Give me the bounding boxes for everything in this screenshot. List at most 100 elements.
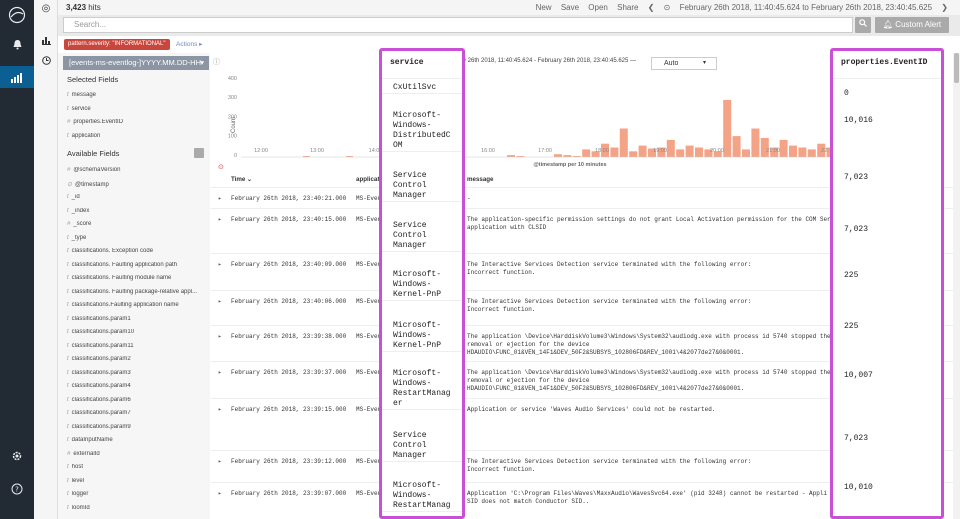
field-item[interactable]: t classifications.param3 <box>67 370 207 376</box>
field-type-icon: t <box>67 92 69 98</box>
service-cell: Microsoft- Windows- DistributedC OM <box>382 111 462 152</box>
service-header[interactable]: service <box>382 51 462 79</box>
field-item[interactable]: t logger <box>67 491 207 497</box>
custom-alert-button[interactable]: 🔔︎ Custom Alert <box>875 17 949 33</box>
field-item[interactable]: t classifications.param6 <box>67 397 207 403</box>
histogram-bar[interactable] <box>554 154 562 157</box>
bell-icon[interactable] <box>0 38 34 53</box>
field-item[interactable]: # @schemaVersion <box>67 167 207 173</box>
histogram-bar[interactable] <box>619 128 628 158</box>
field-item[interactable]: t classifications.Faulting application na… <box>67 302 207 308</box>
search-button[interactable] <box>855 17 871 33</box>
field-item[interactable]: # _score <box>67 221 207 227</box>
field-item[interactable]: t application <box>67 133 207 139</box>
search-input[interactable]: Search... <box>63 17 853 33</box>
row-application: MS-Even <box>356 406 382 413</box>
logo-icon[interactable] <box>0 6 34 27</box>
histogram-bar[interactable] <box>732 136 741 157</box>
row-application: MS-Even <box>356 261 382 268</box>
share-link[interactable]: Share <box>617 3 638 12</box>
row-application: MS-Even <box>356 298 382 305</box>
x-tick-label: 18:00 <box>595 148 609 154</box>
field-item[interactable]: t classifications.param1 <box>67 316 207 322</box>
header-time[interactable]: Time ⌄ <box>231 176 252 183</box>
histogram-bar[interactable] <box>751 128 760 158</box>
fields-settings-icon[interactable] <box>194 148 204 158</box>
expand-row-icon[interactable]: ▸ <box>218 195 222 202</box>
histogram-bar[interactable] <box>695 147 703 158</box>
field-item[interactable]: t _index <box>67 208 207 214</box>
histogram-bar[interactable] <box>563 155 572 157</box>
histogram-bar[interactable] <box>666 139 675 157</box>
field-item[interactable]: t classifications.param2 <box>67 356 207 362</box>
field-item[interactable]: t classifications. Faulting package-relat… <box>67 289 207 295</box>
field-item[interactable]: t loomId <box>67 505 207 511</box>
histogram-bar[interactable] <box>638 145 647 157</box>
histogram-bar[interactable] <box>685 145 694 157</box>
field-item[interactable]: t classifications. Faulting module name <box>67 275 207 281</box>
expand-row-icon[interactable]: ▸ <box>218 261 222 268</box>
clock-icon[interactable] <box>34 56 58 68</box>
field-item[interactable]: # externalId <box>67 451 207 457</box>
info-icon[interactable]: ⓘ <box>213 57 220 67</box>
histogram-bar[interactable] <box>676 149 685 157</box>
expand-row-icon[interactable]: ▸ <box>218 369 222 376</box>
field-item[interactable]: t host <box>67 464 207 470</box>
page-scrollbar[interactable] <box>953 53 960 519</box>
expand-row-icon[interactable]: ▸ <box>218 458 222 465</box>
interval-select[interactable]: Auto ▾ <box>651 57 717 70</box>
header-application[interactable]: applicat <box>356 176 379 183</box>
histogram-bar[interactable] <box>798 147 807 158</box>
filter-actions[interactable]: Actions ▸ <box>176 39 202 50</box>
eventid-header[interactable]: properties.EventID <box>833 51 941 79</box>
collapse-chart-icon[interactable]: ⊙ <box>218 163 224 171</box>
field-item[interactable]: t classifications.param11 <box>67 343 207 349</box>
field-type-icon: t <box>67 288 69 295</box>
expand-row-icon[interactable]: ▸ <box>218 333 222 340</box>
histogram-bar[interactable] <box>807 149 816 157</box>
histogram-bar[interactable] <box>789 145 797 157</box>
field-type-icon: t <box>67 105 69 112</box>
expand-row-icon[interactable]: ▸ <box>218 490 222 497</box>
field-item[interactable]: t classifications.param10 <box>67 329 207 335</box>
field-item[interactable]: t classifications. Exception code <box>67 248 207 254</box>
field-item[interactable]: # properties.EventID <box>67 119 207 125</box>
histogram-bar[interactable] <box>723 100 732 157</box>
filter-pill[interactable]: pattern.severity: "INFORMATIONAL" <box>64 39 170 50</box>
histogram-bar[interactable] <box>629 151 638 157</box>
header-message[interactable]: message <box>467 176 494 183</box>
gear-icon[interactable] <box>0 450 34 465</box>
bar-chart-icon[interactable] <box>34 37 58 48</box>
new-link[interactable]: New <box>536 3 552 12</box>
field-item[interactable]: t _id <box>67 194 207 200</box>
field-item[interactable]: t message <box>67 92 207 98</box>
open-link[interactable]: Open <box>588 3 608 12</box>
histogram-bar[interactable] <box>742 149 750 157</box>
expand-row-icon[interactable]: ▸ <box>218 298 222 305</box>
expand-row-icon[interactable]: ▸ <box>218 406 222 413</box>
histogram-bar[interactable] <box>582 149 591 157</box>
histogram-bar[interactable] <box>507 155 515 157</box>
field-item[interactable]: t classifications. Faulting application p… <box>67 262 207 268</box>
field-item[interactable]: ⊙ @timestamp <box>67 181 207 188</box>
field-item[interactable]: t level <box>67 478 207 484</box>
expand-row-icon[interactable]: ▸ <box>218 216 222 223</box>
prev-range-icon[interactable]: ❮ <box>648 3 655 12</box>
next-range-icon[interactable]: ❯ <box>941 3 948 12</box>
row-time: February 26th 2018, 23:40:21.000 <box>231 195 347 202</box>
save-link[interactable]: Save <box>561 3 579 12</box>
time-picker[interactable]: ⊙ February 26th 2018, 11:40:45.624 to Fe… <box>664 3 932 12</box>
field-item[interactable]: t dataInputName <box>67 437 207 443</box>
index-pattern-select[interactable]: [events-ms-eventlog-]YYYY.MM.DD-HH ▾ <box>63 56 209 70</box>
compass-icon[interactable]: ◎ <box>34 3 58 14</box>
field-item[interactable]: t _type <box>67 235 207 241</box>
histogram-bar[interactable] <box>610 147 619 158</box>
field-item[interactable]: t classifications.param4 <box>67 383 207 389</box>
analytics-icon[interactable] <box>0 66 34 88</box>
field-item[interactable]: t classifications.param9 <box>67 424 207 430</box>
row-message: The application \Device\HarddiskVolume3\… <box>467 369 831 392</box>
field-item[interactable]: t classifications.param7 <box>67 410 207 416</box>
field-item[interactable]: t service <box>67 106 207 112</box>
help-icon[interactable]: ? <box>0 483 34 498</box>
histogram-bar[interactable] <box>779 139 788 157</box>
